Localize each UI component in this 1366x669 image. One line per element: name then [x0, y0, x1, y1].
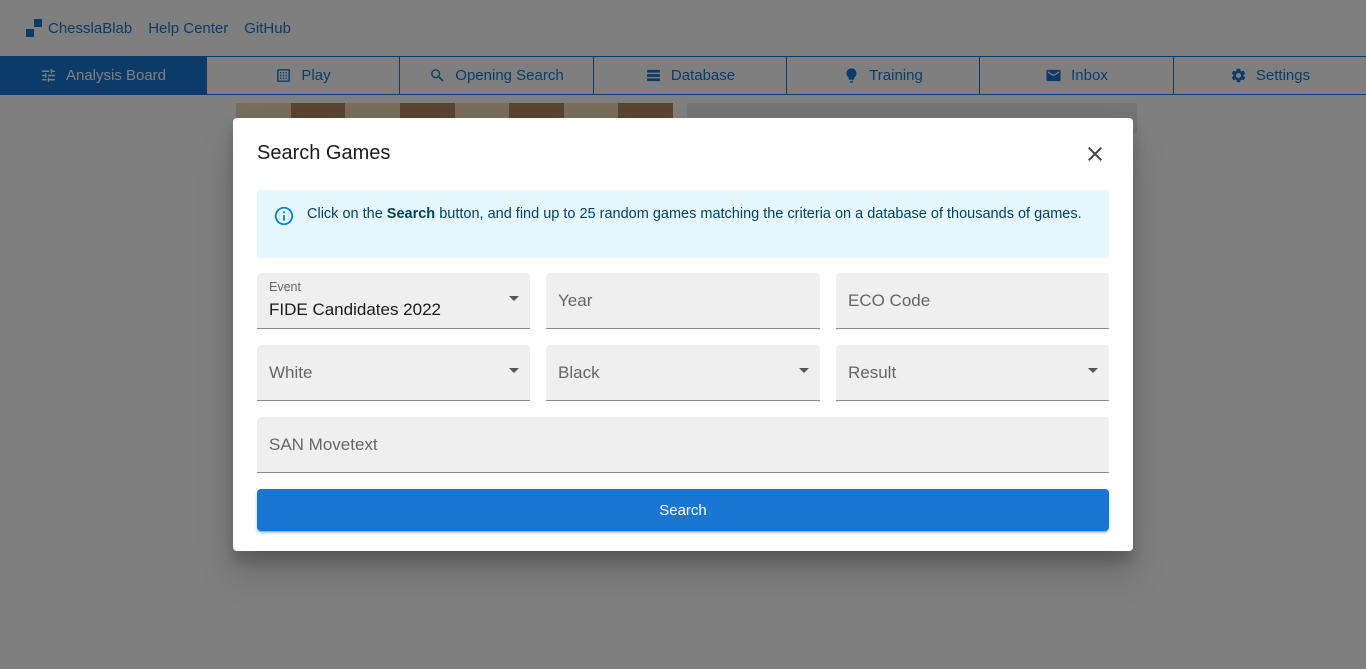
white-placeholder: White: [269, 363, 313, 382]
info-icon: [273, 205, 295, 227]
eco-code-placeholder: ECO Code: [848, 291, 931, 310]
year-input[interactable]: Year: [546, 273, 820, 329]
alert-text-prefix: Click on the: [307, 206, 387, 222]
black-placeholder: Black: [558, 363, 600, 382]
event-value: FIDE Candidates 2022: [269, 300, 441, 319]
event-select[interactable]: Event FIDE Candidates 2022: [257, 273, 530, 329]
result-select[interactable]: Result: [836, 345, 1109, 401]
close-icon: [1088, 147, 1102, 161]
result-placeholder: Result: [848, 363, 897, 382]
caret-down-icon: [1088, 368, 1098, 373]
caret-down-icon: [799, 368, 809, 373]
san-movetext-input[interactable]: SAN Movetext: [257, 417, 1109, 473]
event-label: Event: [269, 280, 301, 294]
black-select[interactable]: Black: [546, 345, 820, 401]
white-select[interactable]: White: [257, 345, 530, 401]
caret-down-icon: [509, 296, 519, 301]
alert-text-bold: Search: [386, 206, 436, 222]
dialog-title: Search Games: [257, 142, 391, 164]
alert-text-suffix: button, and find up to 25 random games m…: [435, 206, 1082, 222]
eco-code-input[interactable]: ECO Code: [836, 273, 1109, 329]
close-button[interactable]: [1083, 142, 1107, 166]
search-button[interactable]: Search: [257, 489, 1109, 531]
caret-down-icon: [509, 368, 519, 373]
info-alert: Click on the Search button, and find up …: [257, 190, 1109, 258]
year-placeholder: Year: [558, 291, 593, 310]
san-movetext-placeholder: SAN Movetext: [269, 435, 378, 454]
search-games-dialog: Search Games Click on the Search button,…: [233, 118, 1133, 551]
alert-message: Click on the Search button, and find up …: [307, 204, 1082, 244]
